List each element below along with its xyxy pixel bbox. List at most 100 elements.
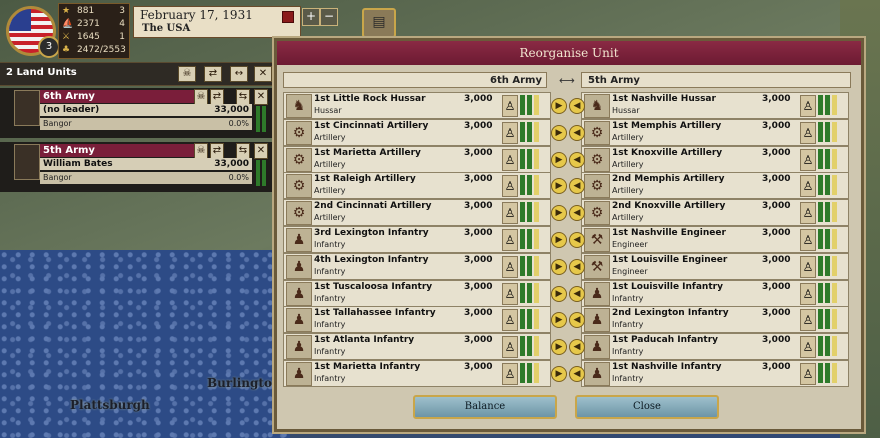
reorganise-icon[interactable]: ⇄ <box>204 66 222 82</box>
strength-bar <box>520 148 525 169</box>
unit-row[interactable]: ♟ 1st Tallahassee Infantry Infantry 3,000 ♙ <box>283 306 551 334</box>
unit-row[interactable]: ♟ 1st Paducah Infantry Infantry 3,000 ♙ <box>581 333 849 361</box>
ledger-icon[interactable]: ▤ <box>362 8 396 38</box>
soldier-icon: ♙ <box>800 175 816 198</box>
transfer-right-arrow-icon[interactable]: ▶ <box>551 312 567 329</box>
unit-name: 1st Memphis Artillery <box>612 120 722 131</box>
unit-row[interactable]: ♟ 1st Atlanta Infantry Infantry 3,000 ♙ <box>283 333 551 361</box>
artillery-unit-icon: ⚙ <box>286 147 312 172</box>
infantry-unit-icon: ♟ <box>584 308 610 333</box>
unit-row[interactable]: ⚒ 1st Nashville Engineer Engineer 3,000 ♙ <box>581 226 849 253</box>
unit-row[interactable]: ♞ 1st Little Rock Hussar Hussar 3,000 ♙ <box>283 92 551 119</box>
transfer-right-arrow-icon[interactable]: ▶ <box>551 98 567 114</box>
unit-row[interactable]: ⚙ 1st Knoxville Artillery Artillery 3,000 ♙ <box>581 145 849 173</box>
unit-row[interactable]: ⚙ 1st Memphis Artillery Artillery 3,000 ♙ <box>581 118 849 146</box>
transfer-right-arrow-icon[interactable]: ▶ <box>551 366 567 382</box>
unit-strength: 3,000 <box>762 335 791 346</box>
infantry-unit-icon: ♟ <box>286 254 312 279</box>
strength-bar <box>520 202 525 223</box>
close-icon[interactable]: ✕ <box>254 66 272 82</box>
transfer-right-arrow-icon[interactable]: ▶ <box>551 258 567 275</box>
unit-type: Artillery <box>314 159 346 169</box>
unit-row[interactable]: ♟ 1st Tuscaloosa Infantry Infantry 3,000 ♙ <box>283 279 551 307</box>
pause-button[interactable] <box>282 11 294 23</box>
strength-bar <box>520 121 525 142</box>
transfer-right-arrow-icon[interactable]: ▶ <box>551 339 567 356</box>
transfer-left-arrow-icon[interactable]: ◀ <box>569 285 585 302</box>
unit-row[interactable]: ⚙ 2nd Knoxville Artillery Artillery 3,000 ♙ <box>581 199 849 227</box>
split-icon[interactable]: ⇆ <box>236 143 250 159</box>
strength-bar <box>520 229 525 249</box>
transfer-right-arrow-icon[interactable]: ▶ <box>551 124 567 141</box>
speed-down-button[interactable]: − <box>320 8 338 26</box>
split-icon[interactable]: ↔ <box>230 66 248 82</box>
soldier-icon: ♙ <box>502 175 518 198</box>
nation-flag[interactable]: 3 <box>0 0 60 58</box>
transfer-left-arrow-icon[interactable]: ◀ <box>569 366 585 382</box>
soldier-icon: ♙ <box>502 282 518 305</box>
unit-row[interactable]: ♟ 1st Nashville Infantry Infantry 3,000 ♙ <box>581 360 849 387</box>
close-button[interactable]: Close <box>575 395 719 419</box>
transfer-right-arrow-icon[interactable]: ▶ <box>551 232 567 248</box>
unit-type: Infantry <box>314 320 346 330</box>
balance-button[interactable]: Balance <box>413 395 557 419</box>
unit-row[interactable]: ♟ 1st Marietta Infantry Infantry 3,000 ♙ <box>283 360 551 387</box>
experience-bar <box>832 282 837 303</box>
transfer-left-arrow-icon[interactable]: ◀ <box>569 232 585 248</box>
transfer-left-arrow-icon[interactable]: ◀ <box>569 98 585 114</box>
unit-type: Infantry <box>612 347 644 357</box>
transfer-left-arrow-icon[interactable]: ◀ <box>569 124 585 141</box>
unit-strength: 3,000 <box>464 174 493 185</box>
skull-icon[interactable]: ☠ <box>194 143 208 159</box>
strength-bar <box>520 255 525 276</box>
unit-row[interactable]: ♞ 1st Nashville Hussar Hussar 3,000 ♙ <box>581 92 849 119</box>
unit-name: 2nd Memphis Artillery <box>612 174 725 185</box>
unit-strength: 3,000 <box>762 201 791 212</box>
close-icon[interactable]: ✕ <box>254 143 268 159</box>
speed-up-button[interactable]: + <box>302 8 320 26</box>
strength-bar <box>818 121 823 142</box>
unit-type: Hussar <box>612 106 640 115</box>
soldier-icon: ♙ <box>800 148 816 171</box>
transfer-right-arrow-icon[interactable]: ▶ <box>551 151 567 168</box>
skull-icon[interactable]: ☠ <box>178 66 196 82</box>
unit-row[interactable]: ⚙ 1st Marietta Artillery Artillery 3,000 ♙ <box>283 145 551 173</box>
strength-bar <box>520 175 525 196</box>
unit-row[interactable]: ♟ 4th Lexington Infantry Infantry 3,000 ♙ <box>283 252 551 280</box>
transfer-left-arrow-icon[interactable]: ◀ <box>569 258 585 275</box>
transfer-right-arrow-icon[interactable]: ▶ <box>551 285 567 302</box>
close-icon[interactable]: ✕ <box>254 89 268 105</box>
stats-panel: ★ 881 3 ⛵ 2371 4 ⚔ 1645 1 ♣ 2472/2553 <box>58 3 130 59</box>
army-entry-5th[interactable]: 5th Army ☠ ⇄ ⇆ ✕ William Bates 33,000 Ba… <box>0 142 272 192</box>
organisation-bar <box>527 363 532 383</box>
unit-row[interactable]: ♟ 1st Louisville Infantry Infantry 3,000 ♙ <box>581 279 849 307</box>
unit-type: Artillery <box>612 132 644 142</box>
transfer-right-arrow-icon[interactable]: ▶ <box>551 178 567 195</box>
unit-type: Artillery <box>612 186 644 196</box>
split-icon[interactable]: ⇆ <box>236 89 250 105</box>
unit-strength: 3,000 <box>464 335 493 346</box>
transfer-left-arrow-icon[interactable]: ◀ <box>569 151 585 168</box>
reorganise-icon[interactable]: ⇄ <box>210 89 224 105</box>
transfer-right-arrow-icon[interactable]: ▶ <box>551 205 567 222</box>
unit-row[interactable]: ⚙ 2nd Cincinnati Artillery Artillery 3,000 ♙ <box>283 199 551 227</box>
experience-bar <box>534 148 539 169</box>
crossed-swords-icon: ⚔ <box>62 32 71 42</box>
unit-row[interactable]: ♟ 3rd Lexington Infantry Infantry 3,000 ♙ <box>283 226 551 253</box>
soldier-icon: ♙ <box>800 309 816 332</box>
hussar-unit-icon: ♞ <box>584 94 610 118</box>
unit-strength: 3,000 <box>762 147 791 158</box>
unit-name: 1st Nashville Infantry <box>612 362 722 372</box>
infantry-unit-icon: ♟ <box>584 362 610 386</box>
soldier-icon: ♙ <box>800 229 816 251</box>
unit-row[interactable]: ⚙ 1st Cincinnati Artillery Artillery 3,000 ♙ <box>283 118 551 146</box>
unit-row[interactable]: ⚙ 2nd Memphis Artillery Artillery 3,000 ♙ <box>581 172 849 200</box>
unit-row[interactable]: ♟ 2nd Lexington Infantry Infantry 3,000 ♙ <box>581 306 849 334</box>
reorganise-icon[interactable]: ⇄ <box>210 143 224 159</box>
unit-row[interactable]: ⚙ 1st Raleigh Artillery Artillery 3,000 ♙ <box>283 172 551 200</box>
army-entry-6th[interactable]: 6th Army ☠ ⇄ ⇆ ✕ (no leader) 33,000 Bang… <box>0 88 272 138</box>
unit-row[interactable]: ⚒ 1st Louisville Engineer Engineer 3,000 ♙ <box>581 252 849 280</box>
skull-icon[interactable]: ☠ <box>194 89 208 105</box>
unit-name: 1st Raleigh Artillery <box>314 174 416 185</box>
experience-bar <box>534 202 539 223</box>
